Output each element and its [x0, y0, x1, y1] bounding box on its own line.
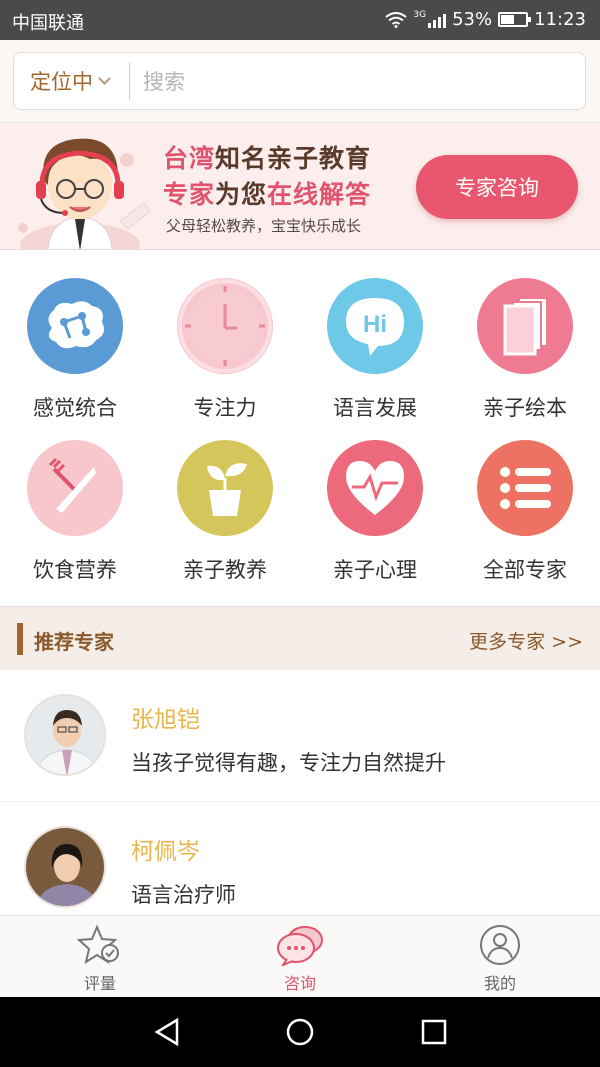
promo-banner[interactable]: 台湾知名亲子教育 专家为您在线解答 父母轻松教养，宝宝快乐成长 专家咨询 [0, 122, 600, 250]
category-all-experts[interactable]: 全部专家 [450, 440, 600, 584]
category-label: 全部专家 [483, 558, 567, 582]
search-area: 定位中 搜索 [0, 40, 600, 122]
tab-label: 我的 [483, 974, 516, 993]
category-grid: 感觉统合 专注力 Hi 语言发展 亲子绘本 饮食营养 亲子教养 亲子心理 全部专… [0, 250, 600, 606]
clock-icon [177, 278, 273, 374]
clock-time: 11:23 [534, 9, 586, 30]
avatar [24, 826, 106, 908]
battery-percent: 53% [452, 9, 493, 30]
banner-text: 在线解答 [267, 180, 372, 209]
tab-mine[interactable]: 我的 [440, 924, 560, 994]
expert-description: 当孩子觉得有趣，专注力自然提升 [131, 751, 446, 775]
category-label: 亲子心理 [333, 558, 417, 582]
category-label: 亲子绘本 [483, 396, 567, 420]
banner-subtitle: 父母轻松教养，宝宝快乐成长 [166, 217, 362, 235]
tab-assessment[interactable]: 评量 [40, 924, 160, 994]
expert-name: 张旭铠 [131, 707, 200, 733]
battery-fill [501, 15, 514, 24]
hi-bubble-icon: Hi [327, 278, 423, 374]
chevron-down-icon [98, 71, 111, 85]
fork-knife-icon [27, 440, 123, 536]
carrier-name: 中国联通 [12, 13, 84, 34]
category-psychology[interactable]: 亲子心理 [300, 440, 450, 584]
category-label: 亲子教养 [183, 558, 267, 582]
expert-description: 语言治疗师 [131, 883, 236, 907]
banner-text: 专家 [163, 180, 216, 209]
tab-label: 咨询 [283, 974, 316, 993]
search-box: 定位中 搜索 [13, 52, 586, 110]
tab-label: 评量 [83, 974, 116, 993]
status-bar: 中国联通 3G 53% 11:23 [0, 0, 600, 40]
book-icon [477, 278, 573, 374]
banner-line-2: 专家为您在线解答 [163, 175, 371, 211]
back-icon[interactable] [153, 1017, 181, 1047]
banner-text: 知名亲子教育 [215, 144, 372, 173]
cartoon-expert-illustration [20, 138, 151, 249]
banner-text: 台湾 [163, 144, 216, 173]
category-attention[interactable]: 专注力 [150, 278, 300, 422]
category-label: 专注力 [193, 396, 257, 420]
tab-consult[interactable]: 咨询 [240, 924, 360, 994]
wifi-icon [385, 11, 408, 28]
category-nutrition[interactable]: 饮食营养 [0, 440, 150, 584]
bottom-tab-bar: 评量 咨询 我的 [0, 915, 600, 997]
expert-consult-button[interactable]: 专家咨询 [416, 155, 578, 219]
category-label: 语言发展 [333, 396, 417, 420]
system-navigation-bar [0, 997, 600, 1067]
recommended-title: 推荐专家 [34, 630, 114, 654]
category-sensory-integration[interactable]: 感觉统合 [0, 278, 150, 422]
location-label: 定位中 [30, 70, 93, 94]
recommended-header: 推荐专家 更多专家 >> [0, 606, 600, 670]
brain-icon [27, 278, 123, 374]
network-type: 3G [413, 9, 427, 20]
category-picture-books[interactable]: 亲子绘本 [450, 278, 600, 422]
category-label: 感觉统合 [33, 396, 117, 420]
banner-text: 为您 [215, 180, 268, 209]
banner-line-1: 台湾知名亲子教育 [163, 139, 371, 175]
signal-icon [428, 12, 447, 28]
recents-icon[interactable] [420, 1018, 448, 1046]
home-icon[interactable] [285, 1017, 315, 1047]
star-check-icon [77, 924, 119, 965]
user-icon [480, 925, 520, 965]
avatar [24, 694, 106, 776]
more-experts-link[interactable]: 更多专家 >> [469, 627, 583, 654]
chat-bubbles-icon [277, 926, 323, 966]
expert-list-item[interactable]: 张旭铠 当孩子觉得有趣，专注力自然提升 [0, 670, 600, 802]
search-input[interactable]: 搜索 [130, 66, 185, 96]
svg-text:Hi: Hi [363, 311, 387, 338]
list-icon [477, 440, 573, 536]
category-parenting[interactable]: 亲子教养 [150, 440, 300, 584]
heart-pulse-icon [327, 440, 423, 536]
battery-icon [498, 12, 532, 27]
location-selector[interactable]: 定位中 [14, 62, 130, 100]
plant-icon [177, 440, 273, 536]
section-marker [17, 623, 23, 655]
expert-name: 柯佩岑 [131, 839, 200, 865]
category-language[interactable]: Hi 语言发展 [300, 278, 450, 422]
category-label: 饮食营养 [33, 558, 117, 582]
